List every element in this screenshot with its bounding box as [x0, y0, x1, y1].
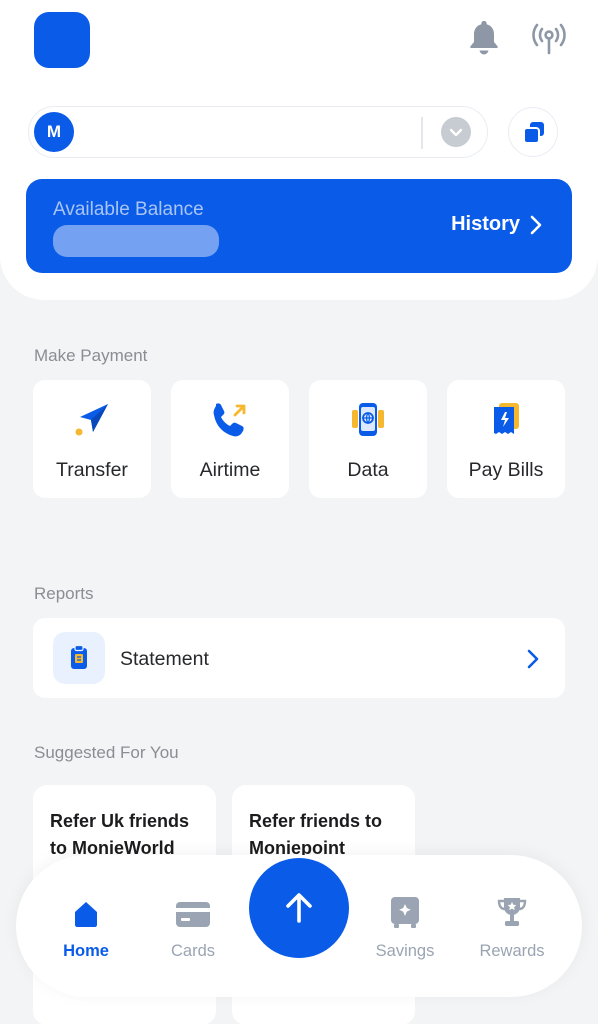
nav-cards[interactable]: Cards [148, 891, 238, 961]
trophy-icon [497, 898, 527, 926]
tile-label: Data [347, 459, 389, 481]
signal-icon[interactable] [530, 20, 568, 58]
header-panel: M Available Balance History [0, 0, 598, 300]
reports-title: Reports [34, 584, 94, 603]
nav-savings[interactable]: Savings [360, 891, 450, 961]
history-link[interactable]: History [451, 213, 542, 236]
phone-call-icon [213, 403, 246, 437]
app-logo [34, 12, 90, 68]
history-label: History [451, 213, 520, 235]
safe-icon [391, 897, 419, 928]
suggestion-text: Refer Uk friends to MonieWorld [50, 811, 190, 858]
home-icon [75, 902, 97, 927]
data-tile[interactable]: Data [309, 380, 427, 498]
nav-home[interactable]: Home [41, 891, 131, 961]
avatar: M [34, 112, 74, 152]
chevron-down-icon[interactable] [441, 117, 471, 147]
balance-card: Available Balance History [26, 179, 572, 273]
statement-row[interactable]: Statement [33, 618, 565, 698]
nav-label: Rewards [479, 942, 545, 960]
chevron-right-icon [527, 649, 539, 669]
hidden-balance-amount[interactable] [53, 225, 219, 257]
make-payment-title: Make Payment [34, 346, 148, 365]
nav-label: Savings [375, 942, 435, 960]
nav-label: Home [63, 942, 109, 960]
nav-rewards[interactable]: Rewards [467, 891, 557, 961]
chevron-right-icon [530, 215, 542, 234]
copy-icon [523, 122, 544, 144]
card-icon [176, 902, 210, 927]
arrow-up-icon [286, 893, 312, 923]
tile-label: Pay Bills [468, 459, 544, 481]
pay-bills-tile[interactable]: Pay Bills [447, 380, 565, 498]
home-screen: M Available Balance History Make Payment… [0, 0, 598, 1024]
suggested-title: Suggested For You [34, 743, 179, 762]
bell-icon[interactable] [466, 18, 502, 58]
transfer-tile[interactable]: Transfer [33, 380, 151, 498]
bill-receipt-icon [494, 403, 519, 434]
tile-label: Transfer [56, 459, 128, 481]
account-selector[interactable]: M [28, 106, 488, 158]
tile-label: Airtime [199, 459, 261, 481]
suggestion-text: Refer friends to Moniepoint [249, 811, 383, 858]
mobile-data-icon [352, 403, 384, 436]
copy-button[interactable] [508, 107, 558, 157]
balance-label: Available Balance [53, 199, 204, 220]
nav-label: Cards [170, 942, 215, 960]
send-money-button[interactable] [249, 858, 349, 958]
divider [421, 117, 423, 149]
statement-icon [53, 632, 105, 684]
statement-label: Statement [120, 648, 209, 670]
paper-plane-icon [75, 404, 108, 436]
airtime-tile[interactable]: Airtime [171, 380, 289, 498]
